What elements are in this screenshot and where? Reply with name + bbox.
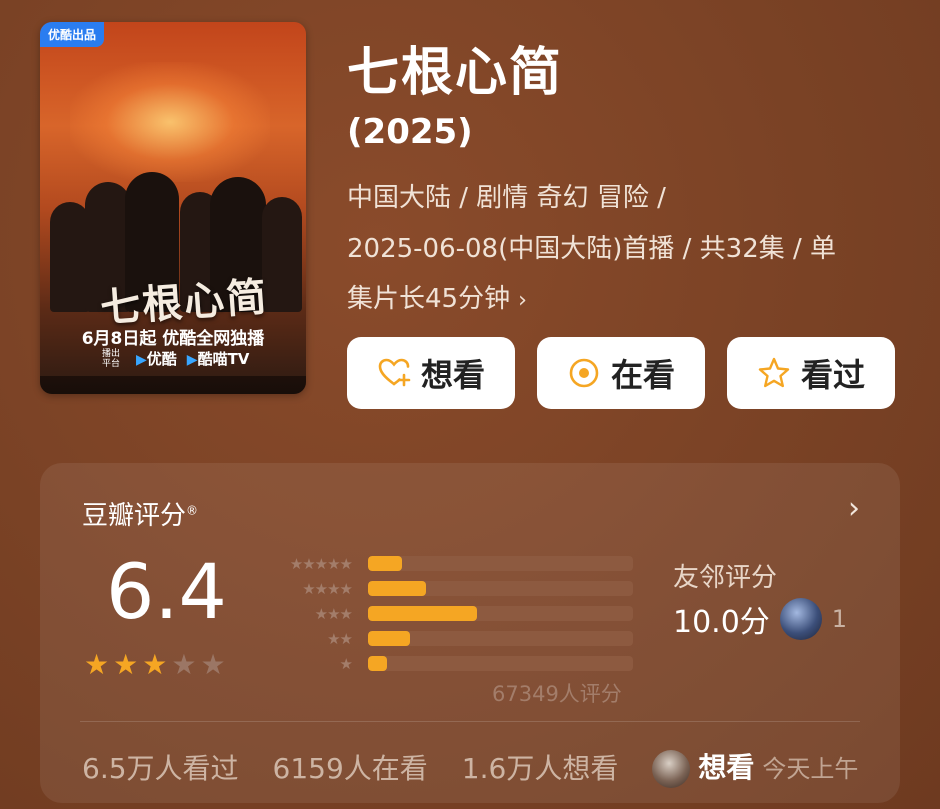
rating-bar-track [368,656,633,671]
rating-bar-row: ★ [260,651,633,676]
watched-count[interactable]: 6.5万人看过 [82,747,239,787]
poster-platforms: 播出平台 ▶优酷 ▶酷喵TV [102,348,249,369]
rating-bar-fill [368,581,427,596]
divider [80,721,860,722]
rating-score: 6.4 [106,547,227,636]
star-empty-icon: ★ [171,648,197,681]
rating-stars: ★ ★ ★ ★ ★ [84,648,226,681]
wish-count[interactable]: 1.6万人想看 [462,747,619,787]
poster-platform-youku: ▶优酷 [136,350,177,368]
heart-plus-icon [378,358,411,387]
action-buttons: 想看 在看 看过 [347,337,895,409]
watching-button-label: 在看 [610,356,675,394]
poster-tagline: 6月8日起 优酷全网独播 [81,329,265,349]
rating-count: 67349人评分 [492,682,622,706]
friend-activity-label: 想看 [698,751,755,784]
friend-activity-time: 今天上午 [762,755,859,783]
poster-footer [40,376,306,394]
star-outline-icon [758,357,790,388]
watched-button-label: 看过 [800,356,865,394]
rating-bar-track [368,556,633,571]
rating-bar-label: ★★★★★ [289,554,353,573]
rating-bar-row: ★★★ [260,601,633,626]
rating-title: 豆瓣评分® [82,501,199,531]
meta-runtime-text: 集片长45分钟 [347,284,511,314]
rating-bar-row: ★★★★★ [260,551,633,576]
friend-activity[interactable]: 想看 今天上午 [652,746,858,788]
friends-rating-label: 友邻评分 [673,563,778,593]
rating-card: 豆瓣评分® › 6.4 ★ ★ ★ ★ ★ ★★★★★ ★★★★ ★★★ ★★ ★ 67349人… [40,463,900,803]
friends-rating-count: 1 [831,605,848,633]
rating-bar-track [368,606,633,621]
avatar[interactable] [779,598,822,640]
chevron-right-icon[interactable]: › [518,288,527,313]
star-filled-icon: ★ [84,648,110,681]
watching-button[interactable]: 在看 [537,337,705,409]
rating-bar-fill [368,556,403,571]
poster-platform-kumiao: ▶酷喵TV [186,350,250,368]
rating-bar-row: ★★★★ [260,576,633,601]
friends-rating[interactable]: 10.0分 1 [673,597,847,641]
rating-bar-fill [368,656,387,671]
rating-bar-label: ★ [339,654,353,673]
poster-image[interactable]: 优酷出品 七根心简 6月8日起 优酷全网独播 播出平台 ▶优酷 ▶酷喵TV [40,22,306,394]
rating-bar-fill [368,606,477,621]
watched-button[interactable]: 看过 [727,337,895,409]
rating-bar-track [368,581,633,596]
rating-bar-label: ★★★ [314,604,353,623]
rating-bar-fill [368,631,411,646]
meta-premiere: 2025-06-08(中国大陆)首播 / 共32集 / 单 [347,234,837,264]
poster-sky [70,62,270,182]
want-button-label: 想看 [420,356,485,394]
target-icon [569,358,599,388]
rating-bar-label: ★★★★ [302,579,353,598]
star-filled-icon: ★ [113,648,139,681]
poster-badge: 优酷出品 [40,22,105,47]
friends-rating-score: 10.0分 [673,605,770,640]
page-title: 七根心简 [347,43,564,103]
release-year: (2025) [347,112,473,152]
want-button[interactable]: 想看 [347,337,515,409]
meta-genres: 中国大陆 / 剧情 奇幻 冒险 / [347,183,666,213]
rating-bar-track [368,631,633,646]
star-filled-icon: ★ [142,648,168,681]
watching-count[interactable]: 6159人在看 [273,747,428,787]
watch-stats: 6.5万人看过 6159人在看 1.6万人想看 想看 今天上午 [82,746,858,788]
rating-bar-label: ★★ [327,629,353,648]
avatar [652,750,691,788]
poster-platform-prefix: 播出平台 [102,348,121,369]
star-empty-icon: ★ [200,648,226,681]
rating-distribution: ★★★★★ ★★★★ ★★★ ★★ ★ [260,551,633,676]
rating-bar-row: ★★ [260,626,633,651]
chevron-right-icon[interactable]: › [848,491,860,526]
meta-runtime[interactable]: 集片长45分钟 › [347,278,527,315]
